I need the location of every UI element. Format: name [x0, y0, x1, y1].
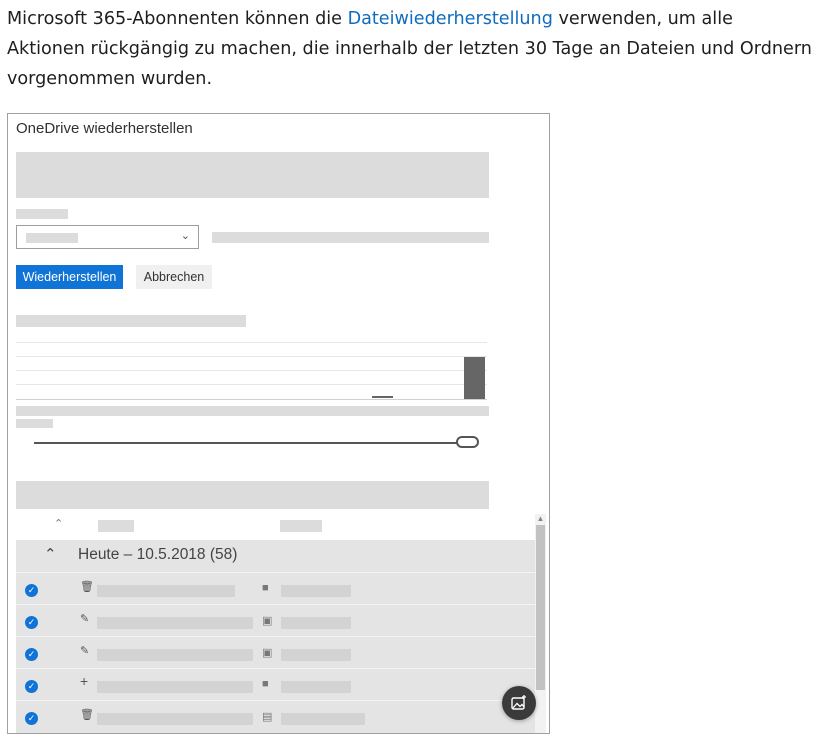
folder-icon: ■: [262, 678, 269, 690]
scroll-thumb[interactable]: [536, 525, 545, 690]
file-row[interactable]: ✓ 🗑 ■: [16, 572, 535, 605]
header-placeholder: [16, 152, 489, 198]
image-sparkle-button[interactable]: [502, 686, 536, 720]
column-header-placeholder: [98, 520, 134, 532]
restore-button[interactable]: Wiederherstellen: [16, 265, 123, 289]
chevron-up-icon[interactable]: ⌃: [44, 545, 57, 563]
date-description-placeholder: [212, 232, 489, 243]
image-icon: ▣: [262, 647, 273, 659]
date-label-placeholder: [16, 209, 68, 219]
file-name-placeholder: [97, 617, 253, 629]
file-row[interactable]: ✓ + ■: [16, 668, 535, 701]
image-icon: ▣: [262, 615, 273, 627]
checkmark-icon[interactable]: ✓: [25, 712, 38, 725]
intro-paragraph: Microsoft 365-Abonnenten können die Date…: [7, 4, 813, 94]
file-restore-link[interactable]: Dateiwiederherstellung: [348, 9, 553, 29]
histogram-gridline: [16, 342, 487, 343]
column-header-placeholder: [280, 520, 322, 532]
file-row[interactable]: ✓ ✎ ▣: [16, 604, 535, 637]
time-slider-track[interactable]: [34, 442, 474, 444]
cancel-button[interactable]: Abbrechen: [136, 265, 212, 289]
onedrive-restore-screenshot: OneDrive wiederherstellen ⌄ Wiederherste…: [7, 113, 550, 734]
file-type-placeholder: [281, 681, 351, 693]
histogram-gridline: [16, 356, 487, 357]
dropdown-value-placeholder: [26, 233, 78, 243]
file-name-placeholder: [97, 649, 253, 661]
group-header-today[interactable]: ⌃ Heute – 10.5.2018 (58): [16, 540, 535, 572]
date-dropdown[interactable]: ⌄: [16, 225, 199, 249]
checkmark-icon[interactable]: ✓: [25, 616, 38, 629]
histogram-bar: [464, 357, 485, 399]
checkmark-icon[interactable]: ✓: [25, 680, 38, 693]
file-type-placeholder: [281, 585, 351, 597]
file-name-placeholder: [97, 585, 235, 597]
intro-text-before: Microsoft 365-Abonnenten können die: [7, 9, 348, 29]
delete-icon: 🗑: [80, 709, 94, 721]
file-type-placeholder: [281, 617, 351, 629]
histogram-gridline: [16, 370, 487, 371]
file-type-placeholder: [281, 649, 351, 661]
histogram-axis-placeholder: [16, 406, 489, 416]
folder-icon: ■: [262, 582, 269, 594]
file-type-placeholder: [281, 713, 365, 725]
time-slider-thumb[interactable]: [456, 436, 479, 448]
list-toolbar-placeholder: [16, 481, 489, 509]
slider-label-placeholder: [16, 419, 53, 428]
file-name-placeholder: [97, 681, 253, 693]
checkmark-icon[interactable]: ✓: [25, 648, 38, 661]
document-icon: ▤: [262, 711, 273, 723]
scroll-up-arrow-icon[interactable]: ▲: [535, 514, 546, 524]
list-scrollbar[interactable]: ▲: [535, 514, 546, 733]
delete-icon: 🗑: [80, 581, 94, 593]
histogram-title-placeholder: [16, 315, 246, 327]
image-sparkle-icon: [511, 695, 526, 710]
edit-icon: ✎: [80, 613, 90, 625]
histogram-baseline: [16, 399, 487, 400]
file-row[interactable]: ✓ 🗑 ▤: [16, 700, 535, 733]
file-name-placeholder: [97, 713, 253, 725]
file-row[interactable]: ✓ ✎ ▣: [16, 636, 535, 669]
group-label: Heute – 10.5.2018 (58): [78, 546, 238, 563]
histogram-bar: [372, 396, 393, 398]
histogram-gridline: [16, 384, 487, 385]
chevron-down-icon: ⌄: [180, 230, 190, 242]
edit-icon: ✎: [80, 645, 90, 657]
checkmark-icon[interactable]: ✓: [25, 584, 38, 597]
add-icon: +: [80, 673, 89, 689]
chevron-up-icon[interactable]: ⌃: [54, 517, 63, 530]
window-title: OneDrive wiederherstellen: [16, 120, 193, 137]
